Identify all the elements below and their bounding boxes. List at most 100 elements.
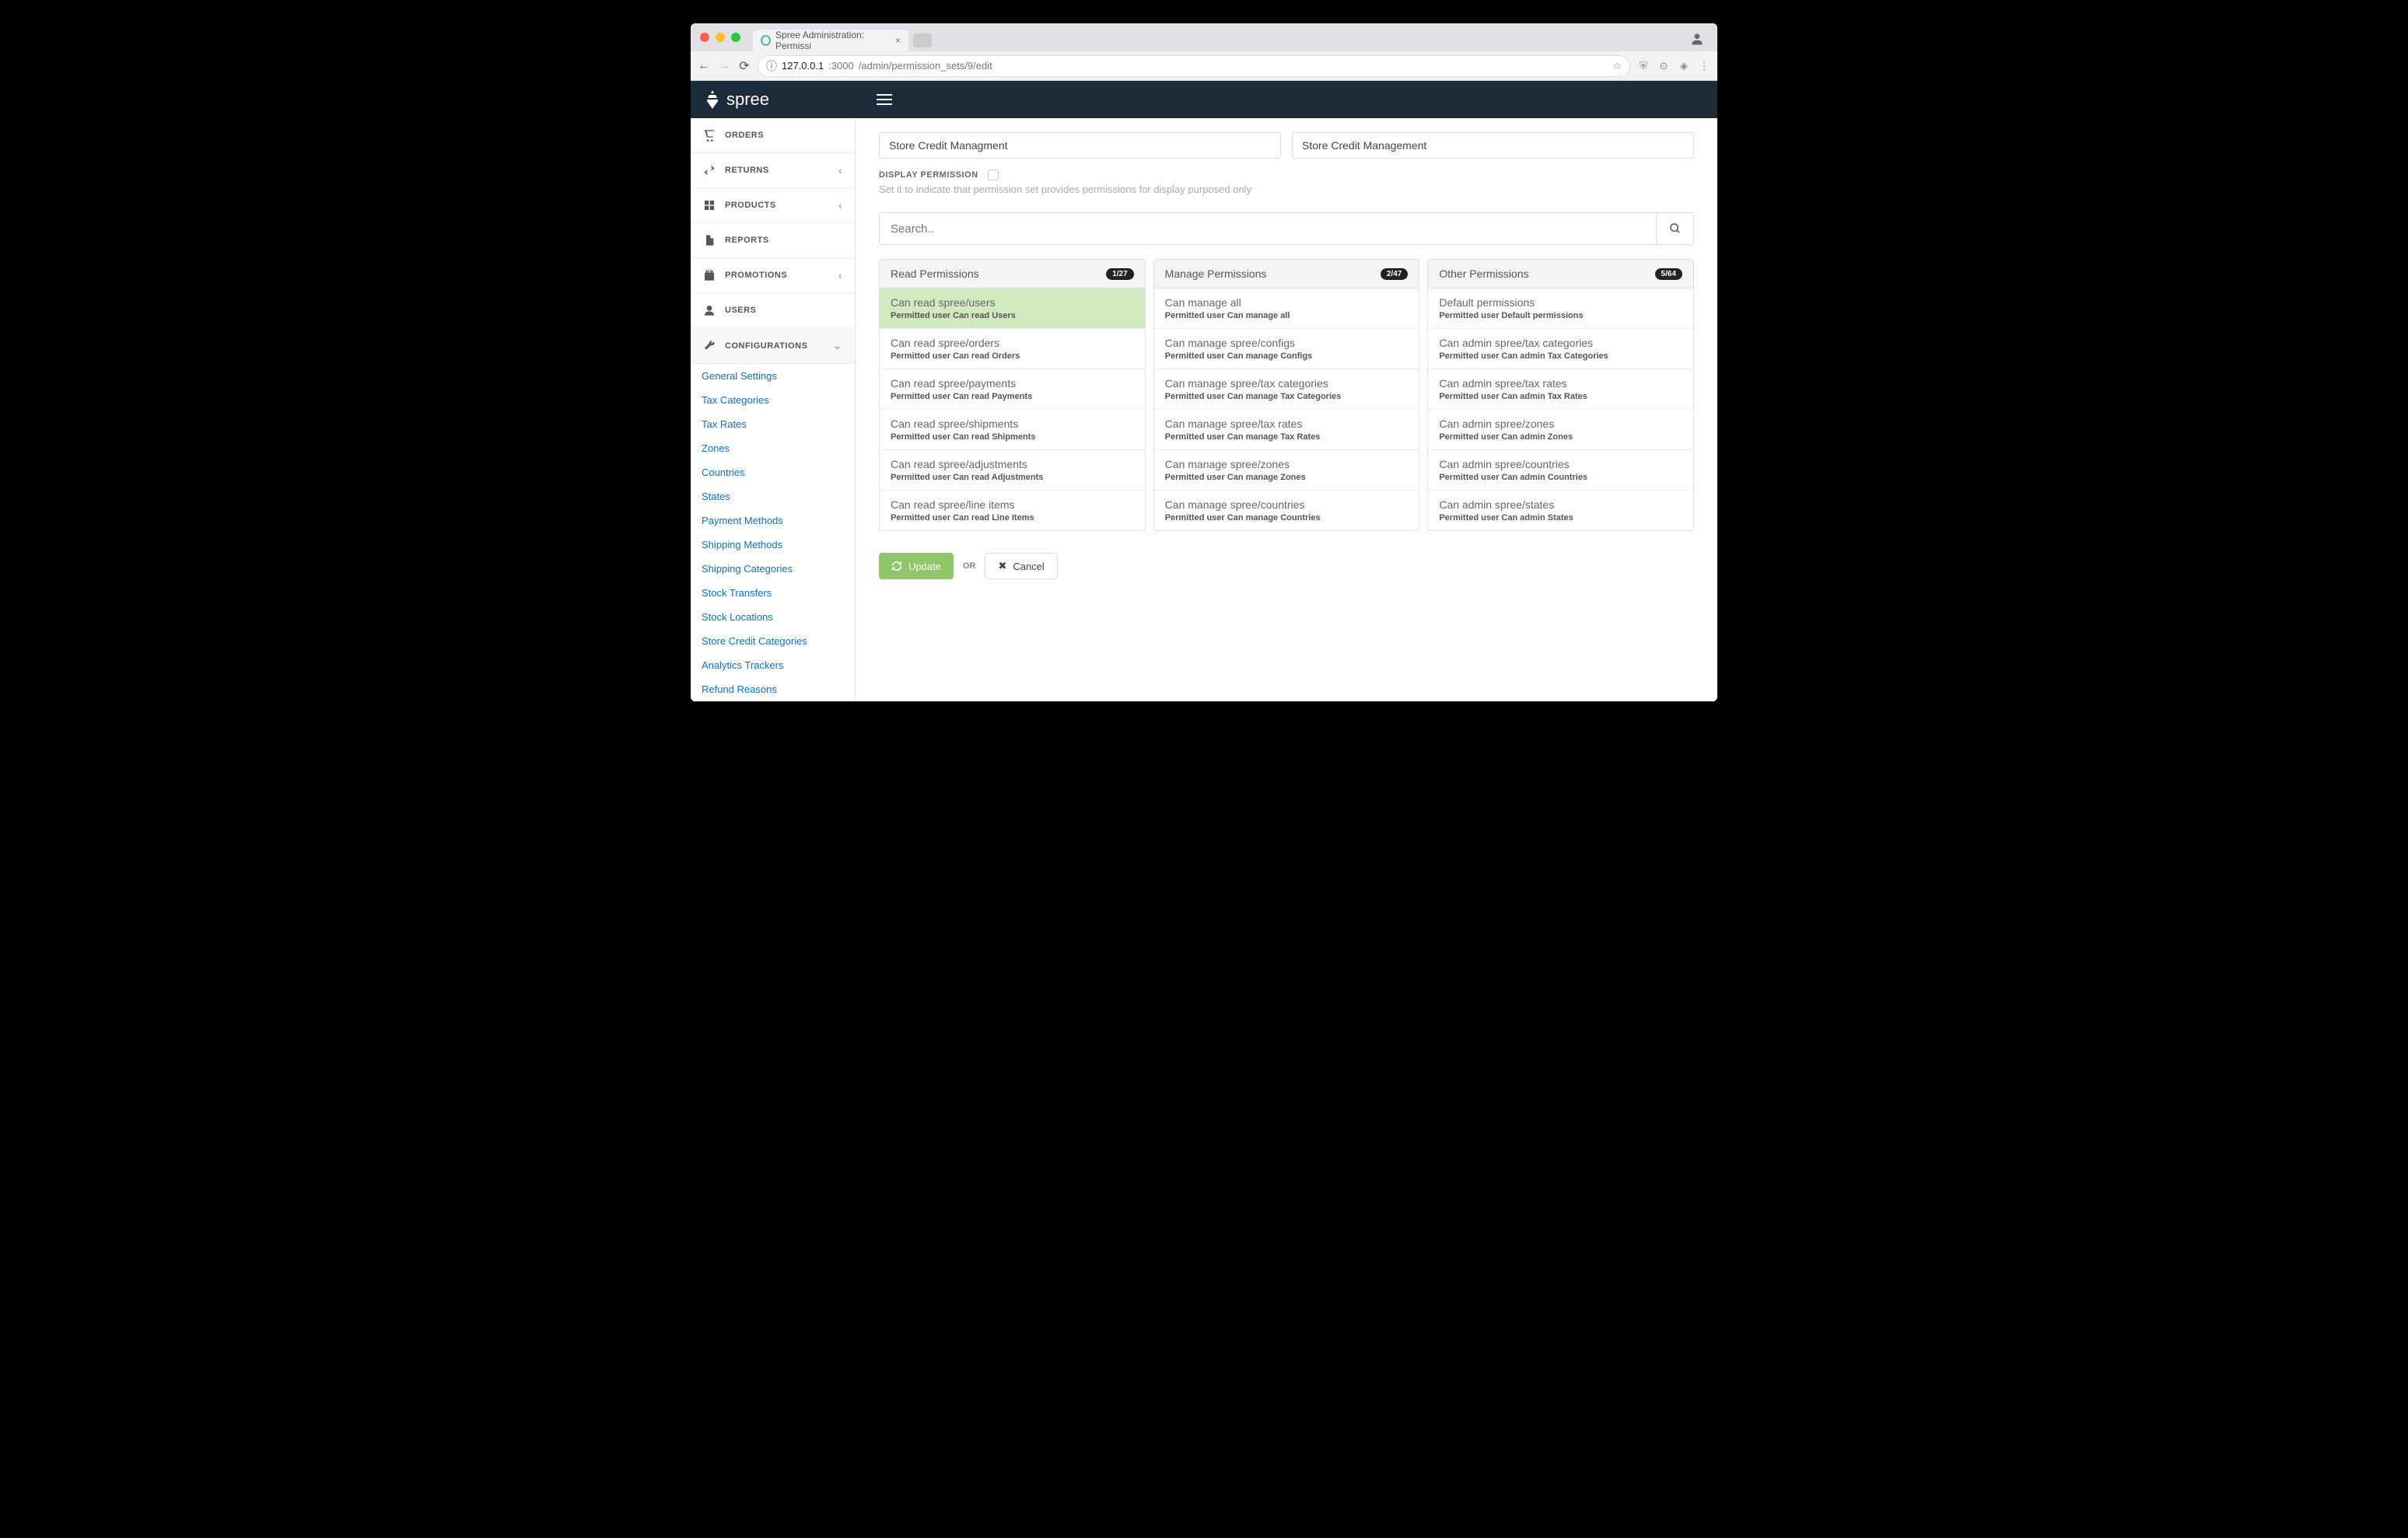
permission-title: Can manage spree/tax rates: [1165, 418, 1409, 430]
permission-title: Can read spree/payments: [891, 377, 1134, 390]
permission-item[interactable]: Can manage spree/zonesPermitted user Can…: [1154, 450, 1419, 491]
menu-icon[interactable]: ⋮: [1697, 60, 1711, 72]
sidebar-sub-shipping-methods[interactable]: Shipping Methods: [691, 533, 855, 557]
permission-title: Can manage spree/configs: [1165, 337, 1409, 349]
main-content: DISPLAY PERMISSION Set it to indicate th…: [856, 118, 1717, 701]
url-host: 127.0.0.1: [782, 60, 824, 72]
shield-icon[interactable]: ⛨: [1636, 60, 1650, 72]
permission-desc: Permitted user Can manage Tax Categories: [1165, 392, 1409, 401]
extension-icon[interactable]: ⊙: [1657, 60, 1671, 72]
permission-desc: Permitted user Can admin Tax Categories: [1439, 351, 1682, 361]
maximize-window-icon[interactable]: [731, 33, 740, 42]
permission-title: Can manage spree/countries: [1165, 498, 1409, 511]
permission-title: Default permissions: [1439, 296, 1682, 309]
address-bar[interactable]: ⓘ 127.0.0.1:3000/admin/permission_sets/9…: [758, 55, 1630, 77]
permission-item[interactable]: Can admin spree/zonesPermitted user Can …: [1428, 410, 1693, 450]
permission-column-2: Other Permissions5/64Default permissions…: [1427, 259, 1694, 531]
site-info-icon[interactable]: ⓘ: [766, 58, 777, 74]
sidebar-sub-tax-rates[interactable]: Tax Rates: [691, 412, 855, 436]
permission-desc: Permitted user Can read Payments: [891, 392, 1134, 401]
sidebar-sub-zones[interactable]: Zones: [691, 436, 855, 460]
new-tab-button[interactable]: [913, 33, 932, 47]
sidebar-sub-stock-transfers[interactable]: Stock Transfers: [691, 581, 855, 605]
cancel-button[interactable]: ✖ Cancel: [985, 553, 1057, 579]
permission-desc: Permitted user Can read Orders: [891, 351, 1134, 361]
browser-tab[interactable]: Spree Administration: Permissi ×: [753, 30, 908, 51]
or-label: OR: [963, 561, 976, 571]
permission-item[interactable]: Can admin spree/tax categories Permitted …: [1428, 329, 1693, 369]
logo-icon: [705, 90, 720, 109]
sidebar-sub-shipping-categories[interactable]: Shipping Categories: [691, 557, 855, 581]
cancel-label: Cancel: [1013, 561, 1044, 572]
sidebar-sub-analytics-trackers[interactable]: Analytics Trackers: [691, 653, 855, 677]
sidebar-item-products[interactable]: PRODUCTS‹: [691, 188, 855, 223]
chevron-down-icon: ⌄: [833, 339, 842, 352]
extension-icon-2[interactable]: ◈: [1677, 60, 1691, 72]
app-body: ORDERS RETURNS‹PRODUCTS‹REPORTSPROMOTIONS…: [691, 118, 1717, 701]
sidebar-item-reports[interactable]: REPORTS: [691, 223, 855, 258]
permission-title: Can admin spree/tax categories: [1439, 337, 1682, 349]
browser-tab-strip: Spree Administration: Permissi ×: [691, 23, 1717, 51]
close-tab-icon[interactable]: ×: [895, 35, 901, 46]
sidebar-sub-refund-reasons[interactable]: Refund Reasons: [691, 677, 855, 701]
minimize-window-icon[interactable]: [716, 33, 725, 42]
brand-logo[interactable]: spree: [705, 89, 769, 110]
sidebar-item-label: USERS: [725, 306, 756, 315]
forward-icon[interactable]: →: [717, 59, 731, 73]
permission-desc: Permitted user Can manage Zones: [1165, 473, 1409, 482]
permission-item[interactable]: Can manage spree/tax rates Permitted user…: [1154, 410, 1419, 450]
permission-desc: Permitted user Can manage Tax Rates: [1165, 432, 1409, 442]
permission-desc: Permitted user Default permissions: [1439, 311, 1682, 320]
profile-icon[interactable]: [1689, 31, 1705, 47]
update-button[interactable]: Update: [879, 553, 954, 579]
sidebar-sub-store-credit-categories[interactable]: Store Credit Categories: [691, 629, 855, 653]
permission-item[interactable]: Can admin spree/tax ratesPermitted user …: [1428, 369, 1693, 410]
reload-icon[interactable]: ⟳: [737, 58, 751, 74]
sidebar-sub-general-settings[interactable]: General Settings: [691, 364, 855, 388]
sidebar-item-returns[interactable]: RETURNS‹: [691, 153, 855, 188]
permission-item[interactable]: Can manage spree/countriesPermitted user…: [1154, 491, 1419, 530]
sidebar-item-users[interactable]: USERS: [691, 293, 855, 328]
grid-icon: [703, 199, 717, 211]
permission-desc: Permitted user Can read Adjustments: [891, 473, 1134, 482]
sidebar-item-label: RETURNS: [725, 166, 769, 175]
search-button[interactable]: [1656, 213, 1693, 244]
sidebar-sub-payment-methods[interactable]: Payment Methods: [691, 509, 855, 533]
permission-item[interactable]: Can admin spree/countriesPermitted user …: [1428, 450, 1693, 491]
permission-title: Can admin spree/countries: [1439, 458, 1682, 470]
permission-item[interactable]: Can admin spree/statesPermitted user Can…: [1428, 491, 1693, 530]
permission-item[interactable]: Can manage allPermitted user Can manage …: [1154, 288, 1419, 329]
permission-desc: Permitted user Can read Users: [891, 311, 1134, 320]
permission-item[interactable]: Can manage spree/tax categoriesPermitted…: [1154, 369, 1419, 410]
display-name-input[interactable]: [1292, 132, 1694, 159]
permission-item[interactable]: Default permissions Permitted user Defaul…: [1428, 288, 1693, 329]
form-actions: Update OR ✖ Cancel: [879, 553, 1694, 579]
bookmark-icon[interactable]: ☆: [1612, 60, 1622, 72]
sidebar-sub-tax-categories[interactable]: Tax Categories: [691, 388, 855, 412]
display-permission-checkbox[interactable]: [988, 170, 999, 180]
permission-item[interactable]: Can manage spree/configsPermitted user C…: [1154, 329, 1419, 369]
permission-item[interactable]: Can read spree/shipmentsPermitted user C…: [880, 410, 1145, 450]
permission-desc: Permitted user Can read Line Items: [891, 513, 1134, 523]
sidebar-item-configurations[interactable]: CONFIGURATIONS⌄: [691, 328, 855, 364]
permission-item[interactable]: Can read spree/payments Permitted user Ca…: [880, 369, 1145, 410]
sidebar-sub-countries[interactable]: Countries: [691, 460, 855, 484]
window-controls: [700, 33, 740, 42]
sidebar-sub-stock-locations[interactable]: Stock Locations: [691, 605, 855, 629]
permission-title: Can read spree/adjustments: [891, 458, 1134, 470]
back-icon[interactable]: ←: [697, 59, 711, 73]
permission-title: Can read spree/users: [891, 296, 1134, 309]
permission-title: Can admin spree/tax rates: [1439, 377, 1682, 390]
permission-item[interactable]: Can read spree/users Permitted user Can r…: [880, 288, 1145, 329]
sidebar-item-promotions[interactable]: PROMOTIONS‹: [691, 258, 855, 293]
search-input[interactable]: [880, 213, 1656, 244]
permission-item[interactable]: Can read spree/ordersPermitted user Can …: [880, 329, 1145, 369]
name-input[interactable]: [879, 132, 1281, 159]
permission-item[interactable]: Can read spree/adjustments Permitted user…: [880, 450, 1145, 491]
sidebar-item-label: ORDERS: [725, 131, 764, 140]
sidebar-item-orders[interactable]: ORDERS: [691, 118, 855, 153]
hamburger-icon[interactable]: [877, 91, 892, 108]
permission-item[interactable]: Can read spree/line itemsPermitted user …: [880, 491, 1145, 530]
sidebar-sub-states[interactable]: States: [691, 484, 855, 509]
close-window-icon[interactable]: [700, 33, 709, 42]
